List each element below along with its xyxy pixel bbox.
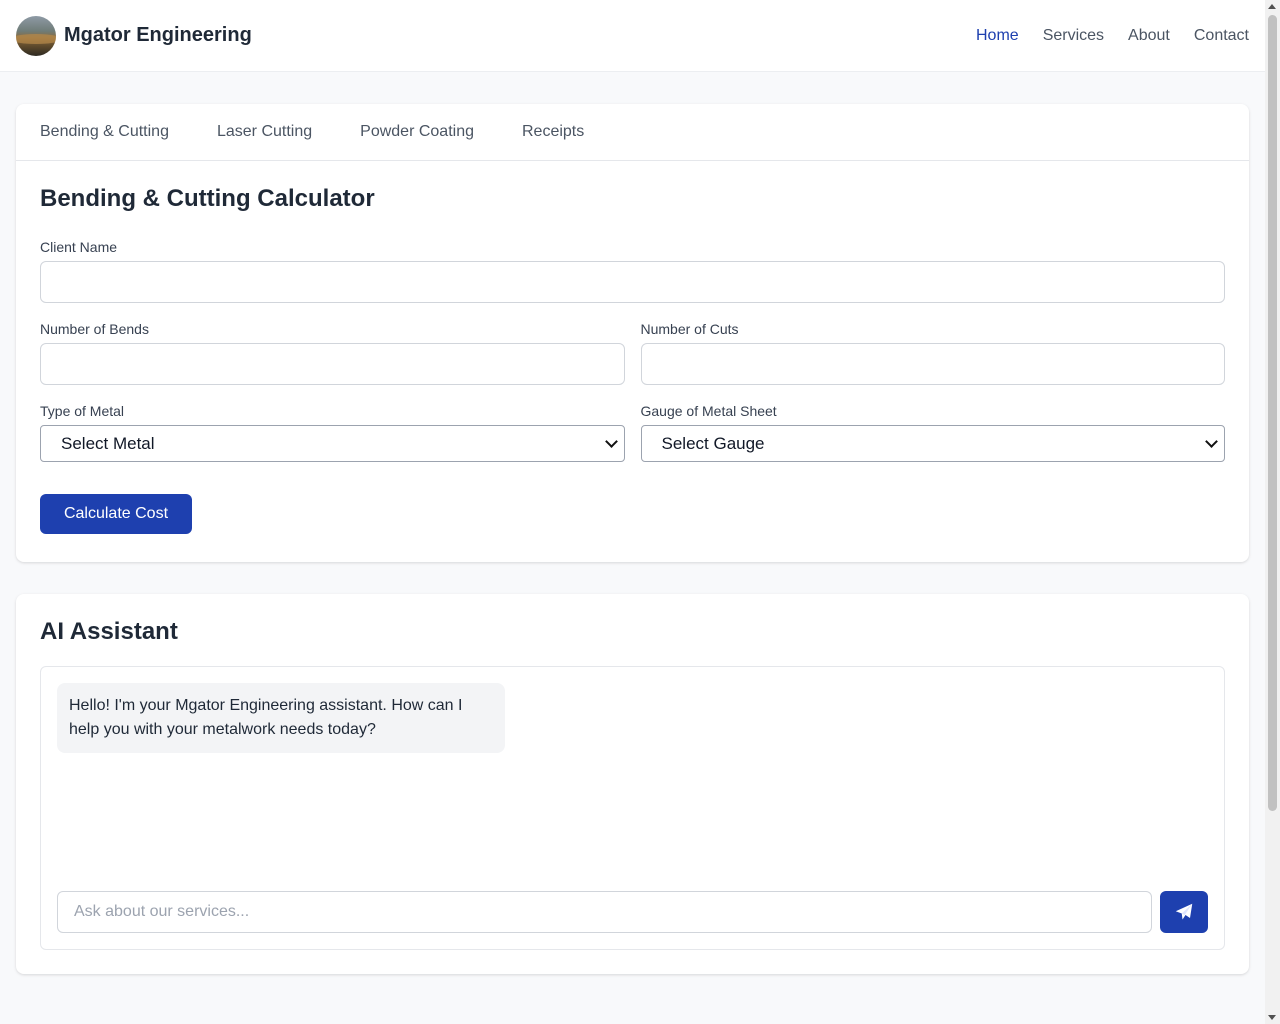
scroll-up-arrow-icon[interactable] xyxy=(1268,4,1276,9)
tab-receipts[interactable]: Receipts xyxy=(522,123,584,141)
nav-home[interactable]: Home xyxy=(976,27,1019,45)
nav-services[interactable]: Services xyxy=(1043,27,1104,45)
cuts-field: Number of Cuts xyxy=(640,321,1225,385)
assistant-message: Hello! I'm your Mgator Engineering assis… xyxy=(57,683,505,753)
page: Mgator Engineering Home Services About C… xyxy=(0,0,1265,1024)
tab-bending-cutting[interactable]: Bending & Cutting xyxy=(40,123,169,141)
chevron-down-icon xyxy=(604,435,618,448)
service-tabs: Bending & Cutting Laser Cutting Powder C… xyxy=(16,104,1249,161)
chevron-down-icon xyxy=(1205,435,1218,448)
cuts-input[interactable] xyxy=(640,343,1225,385)
calculator-card: Bending & Cutting Laser Cutting Powder C… xyxy=(16,104,1249,562)
bends-input[interactable] xyxy=(40,343,625,385)
chat-window: Hello! I'm your Mgator Engineering assis… xyxy=(40,666,1225,950)
assistant-title: AI Assistant xyxy=(40,618,178,645)
bends-field: Number of Bends xyxy=(40,321,625,385)
calculator-form: Bending & Cutting Calculator Client Name… xyxy=(16,161,1249,534)
nav-contact[interactable]: Contact xyxy=(1194,27,1249,45)
scroll-down-arrow-icon[interactable] xyxy=(1268,1015,1276,1020)
nav-about[interactable]: About xyxy=(1128,27,1170,45)
gauge-select[interactable]: Select Gauge xyxy=(640,425,1225,462)
send-button[interactable] xyxy=(1160,891,1208,933)
metal-field: Type of Metal Select Metal xyxy=(40,403,625,462)
logo-avatar xyxy=(16,15,56,56)
chat-input[interactable] xyxy=(57,891,1152,933)
site-header: Mgator Engineering Home Services About C… xyxy=(0,0,1265,72)
assistant-card: AI Assistant Hello! I'm your Mgator Engi… xyxy=(16,594,1249,974)
client-name-label: Client Name xyxy=(40,239,118,255)
calculator-title: Bending & Cutting Calculator xyxy=(40,185,375,212)
client-name-input[interactable] xyxy=(40,261,1225,303)
calculate-cost-button[interactable]: Calculate Cost xyxy=(40,494,192,534)
bends-cuts-row: Number of Bends Number of Cuts xyxy=(40,321,1225,385)
metal-select-value: Select Metal xyxy=(61,433,155,453)
gauge-field: Gauge of Metal Sheet Select Gauge xyxy=(640,403,1225,462)
cuts-label: Number of Cuts xyxy=(640,321,739,337)
vertical-scrollbar[interactable] xyxy=(1265,0,1280,1024)
bends-label: Number of Bends xyxy=(40,321,149,337)
tab-powder-coating[interactable]: Powder Coating xyxy=(360,123,474,141)
scrollbar-thumb[interactable] xyxy=(1268,15,1277,811)
paper-plane-icon xyxy=(1175,903,1193,920)
chat-input-row xyxy=(57,891,1208,933)
main-nav: Home Services About Contact xyxy=(976,27,1249,45)
gauge-label: Gauge of Metal Sheet xyxy=(640,403,777,419)
metal-select[interactable]: Select Metal xyxy=(40,425,625,462)
brand[interactable]: Mgator Engineering xyxy=(16,15,252,56)
brand-name: Mgator Engineering xyxy=(64,24,252,46)
metal-gauge-row: Type of Metal Select Metal Gauge of Meta… xyxy=(40,403,1225,462)
metal-label: Type of Metal xyxy=(40,403,125,419)
gauge-select-value: Select Gauge xyxy=(661,433,765,453)
tab-laser-cutting[interactable]: Laser Cutting xyxy=(217,123,312,141)
